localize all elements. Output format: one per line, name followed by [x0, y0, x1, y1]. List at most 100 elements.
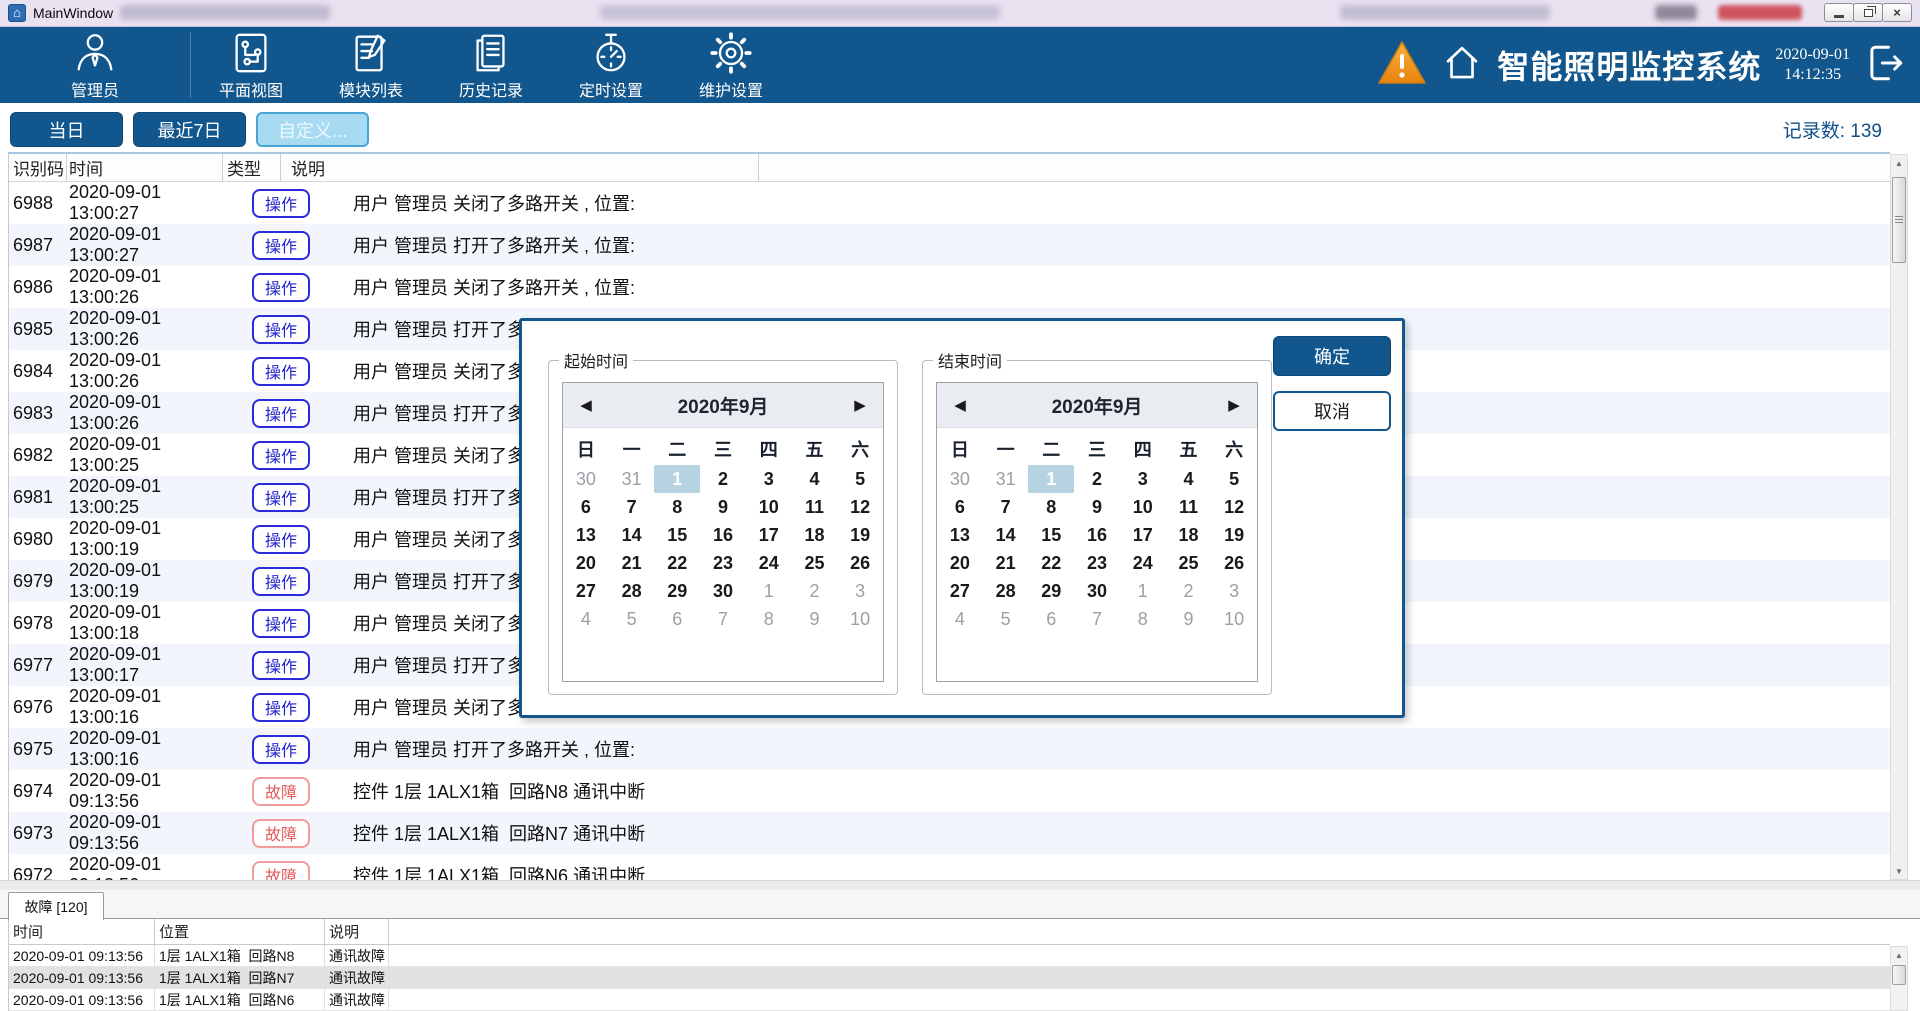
calendar-day[interactable]: 7	[700, 605, 746, 633]
column-header-id[interactable]: 识别码	[9, 154, 67, 181]
fault-column-desc[interactable]: 说明	[325, 919, 389, 944]
calendar-day[interactable]: 19	[1211, 521, 1257, 549]
next-month-icon[interactable]: ▶	[837, 396, 883, 414]
calendar-day[interactable]: 28	[609, 577, 655, 605]
calendar-day[interactable]: 4	[937, 605, 983, 633]
calendar-day[interactable]: 30	[563, 465, 609, 493]
calendar-day[interactable]: 2	[1074, 465, 1120, 493]
table-row[interactable]: 69882020-09-01 13:00:27操作用户 管理员 关闭了多路开关 …	[9, 182, 1890, 224]
calendar-day[interactable]: 24	[746, 549, 792, 577]
table-row[interactable]: 69732020-09-01 09:13:56故障控件 1层 1ALX1箱 回路…	[9, 812, 1890, 854]
minimize-button[interactable]	[1824, 3, 1854, 22]
nav-item-plan-view[interactable]: 平面视图	[191, 27, 311, 103]
scrollbar-thumb[interactable]	[1892, 965, 1906, 985]
calendar-day[interactable]: 8	[1028, 493, 1074, 521]
close-button[interactable]: ×	[1882, 3, 1912, 22]
cancel-button[interactable]: 取消	[1273, 391, 1391, 431]
calendar-day[interactable]: 22	[654, 549, 700, 577]
column-header-desc[interactable]: 说明	[281, 154, 759, 181]
calendar-day[interactable]: 20	[563, 549, 609, 577]
calendar-day[interactable]: 19	[837, 521, 883, 549]
filter-custom-button[interactable]: 自定义...	[256, 112, 369, 147]
calendar-day[interactable]: 8	[654, 493, 700, 521]
column-header-time[interactable]: 时间	[67, 154, 223, 181]
nav-item-history[interactable]: 历史记录	[431, 27, 551, 103]
calendar-day[interactable]: 6	[563, 493, 609, 521]
calendar-day[interactable]: 4	[1166, 465, 1212, 493]
calendar-day[interactable]: 7	[1074, 605, 1120, 633]
calendar-day[interactable]: 27	[937, 577, 983, 605]
calendar-day[interactable]: 1	[654, 465, 700, 493]
calendar-day[interactable]: 14	[609, 521, 655, 549]
calendar-day[interactable]: 17	[1120, 521, 1166, 549]
calendar-day[interactable]: 7	[983, 493, 1029, 521]
calendar-day[interactable]: 24	[1120, 549, 1166, 577]
calendar-day[interactable]: 23	[700, 549, 746, 577]
fault-column-location[interactable]: 位置	[155, 919, 325, 944]
calendar-day[interactable]: 9	[700, 493, 746, 521]
scroll-down-icon[interactable]: ▼	[1891, 863, 1907, 879]
calendar-day[interactable]: 8	[1120, 605, 1166, 633]
calendar-day[interactable]: 15	[654, 521, 700, 549]
nav-item-timer[interactable]: 定时设置	[551, 27, 671, 103]
table-row[interactable]: 69752020-09-01 13:00:16操作用户 管理员 打开了多路开关 …	[9, 728, 1890, 770]
calendar-day[interactable]: 5	[609, 605, 655, 633]
calendar-day[interactable]: 29	[654, 577, 700, 605]
calendar-day[interactable]: 21	[983, 549, 1029, 577]
calendar-day[interactable]: 18	[792, 521, 838, 549]
calendar-day[interactable]: 10	[1120, 493, 1166, 521]
calendar-day[interactable]: 1	[1028, 465, 1074, 493]
calendar-day[interactable]: 3	[746, 465, 792, 493]
calendar-day[interactable]: 22	[1028, 549, 1074, 577]
table-row[interactable]: 69722020-09-01 09:13:56故障控件 1层 1ALX1箱 回路…	[9, 854, 1890, 880]
filter-today-button[interactable]: 当日	[10, 112, 123, 147]
calendar-day[interactable]: 16	[700, 521, 746, 549]
calendar-day[interactable]: 30	[1074, 577, 1120, 605]
calendar-day[interactable]: 10	[837, 605, 883, 633]
calendar-day[interactable]: 15	[1028, 521, 1074, 549]
restore-button[interactable]	[1853, 3, 1883, 22]
calendar-day[interactable]: 13	[563, 521, 609, 549]
fault-row[interactable]: 2020-09-01 09:13:561层 1ALX1箱 回路N7通讯故障	[9, 967, 1890, 989]
calendar-day[interactable]: 26	[837, 549, 883, 577]
calendar-day[interactable]: 5	[983, 605, 1029, 633]
prev-month-icon[interactable]: ◀	[937, 396, 983, 414]
calendar-day[interactable]: 25	[792, 549, 838, 577]
calendar-day[interactable]: 1	[746, 577, 792, 605]
calendar-day[interactable]: 2	[792, 577, 838, 605]
calendar-day[interactable]: 23	[1074, 549, 1120, 577]
calendar-day[interactable]: 6	[937, 493, 983, 521]
prev-month-icon[interactable]: ◀	[563, 396, 609, 414]
nav-item-admin[interactable]: 管理员	[0, 27, 190, 103]
calendar-day[interactable]: 8	[746, 605, 792, 633]
table-row[interactable]: 69872020-09-01 13:00:27操作用户 管理员 打开了多路开关 …	[9, 224, 1890, 266]
calendar-day[interactable]: 10	[746, 493, 792, 521]
history-scrollbar[interactable]: ▲ ▼	[1890, 154, 1908, 880]
calendar-day[interactable]: 9	[792, 605, 838, 633]
calendar-day[interactable]: 9	[1166, 605, 1212, 633]
calendar-day[interactable]: 3	[1120, 465, 1166, 493]
panel-splitter[interactable]	[0, 880, 1920, 890]
home-icon[interactable]	[1441, 42, 1483, 89]
tab-fault[interactable]: 故障 [120]	[8, 892, 104, 920]
filter-last7days-button[interactable]: 最近7日	[133, 112, 246, 147]
fault-row[interactable]: 2020-09-01 09:13:561层 1ALX1箱 回路N8通讯故障	[9, 945, 1890, 967]
ok-button[interactable]: 确定	[1273, 336, 1391, 376]
calendar-day[interactable]: 13	[937, 521, 983, 549]
logout-icon[interactable]	[1864, 42, 1906, 89]
calendar-day[interactable]: 18	[1166, 521, 1212, 549]
calendar-day[interactable]: 31	[983, 465, 1029, 493]
calendar-day[interactable]: 3	[1211, 577, 1257, 605]
calendar-day[interactable]: 4	[563, 605, 609, 633]
scroll-up-icon[interactable]: ▲	[1891, 947, 1907, 963]
scroll-up-icon[interactable]: ▲	[1891, 155, 1907, 171]
table-row[interactable]: 69742020-09-01 09:13:56故障控件 1层 1ALX1箱 回路…	[9, 770, 1890, 812]
calendar-day[interactable]: 17	[746, 521, 792, 549]
calendar-day[interactable]: 5	[837, 465, 883, 493]
fault-row[interactable]: 2020-09-01 09:13:561层 1ALX1箱 回路N6通讯故障	[9, 989, 1890, 1011]
calendar-day[interactable]: 30	[700, 577, 746, 605]
next-month-icon[interactable]: ▶	[1211, 396, 1257, 414]
calendar-day[interactable]: 2	[700, 465, 746, 493]
calendar-day[interactable]: 11	[792, 493, 838, 521]
calendar-day[interactable]: 3	[837, 577, 883, 605]
